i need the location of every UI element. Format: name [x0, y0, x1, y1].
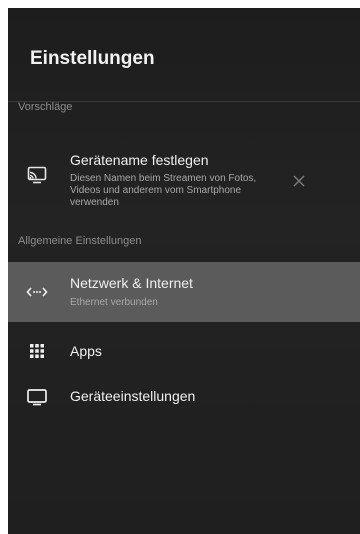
settings-item-device-preferences[interactable]: Geräteeinstellungen — [8, 378, 360, 418]
suggestion-description-line: Diesen Namen beim Streamen von Fotos, — [70, 173, 257, 184]
section-header-general: Allgemeine Einstellungen — [18, 235, 142, 247]
page-title: Einstellungen — [8, 8, 360, 102]
tv-icon — [26, 386, 48, 408]
network-icon — [26, 281, 48, 303]
suggestion-device-name[interactable]: Gerätename festlegen Diesen Namen beim S… — [8, 136, 360, 220]
suggestion-description-line: verwenden — [70, 197, 119, 208]
settings-item-label: Geräteeinstellungen — [70, 388, 196, 404]
cast-icon — [26, 164, 48, 186]
section-header-suggestions: Vorschläge — [18, 101, 73, 113]
suggestion-title: Gerätename festlegen — [70, 152, 209, 168]
settings-item-apps[interactable]: Apps — [8, 332, 360, 372]
settings-panel: Einstellungen Vorschläge Gerätename fest… — [8, 8, 360, 534]
settings-item-subtitle: Ethernet verbunden — [70, 297, 158, 308]
close-icon[interactable] — [292, 174, 308, 190]
suggestion-description-line: Videos und anderem vom Smartphone — [70, 185, 242, 196]
apps-grid-icon — [26, 340, 48, 362]
suggestion-description: Diesen Namen beim Streamen von Fotos, Vi… — [70, 173, 282, 209]
settings-item-label: Apps — [70, 343, 102, 359]
settings-item-label: Netzwerk & Internet — [70, 275, 193, 291]
settings-item-network[interactable]: Netzwerk & Internet Ethernet verbunden — [8, 262, 360, 322]
